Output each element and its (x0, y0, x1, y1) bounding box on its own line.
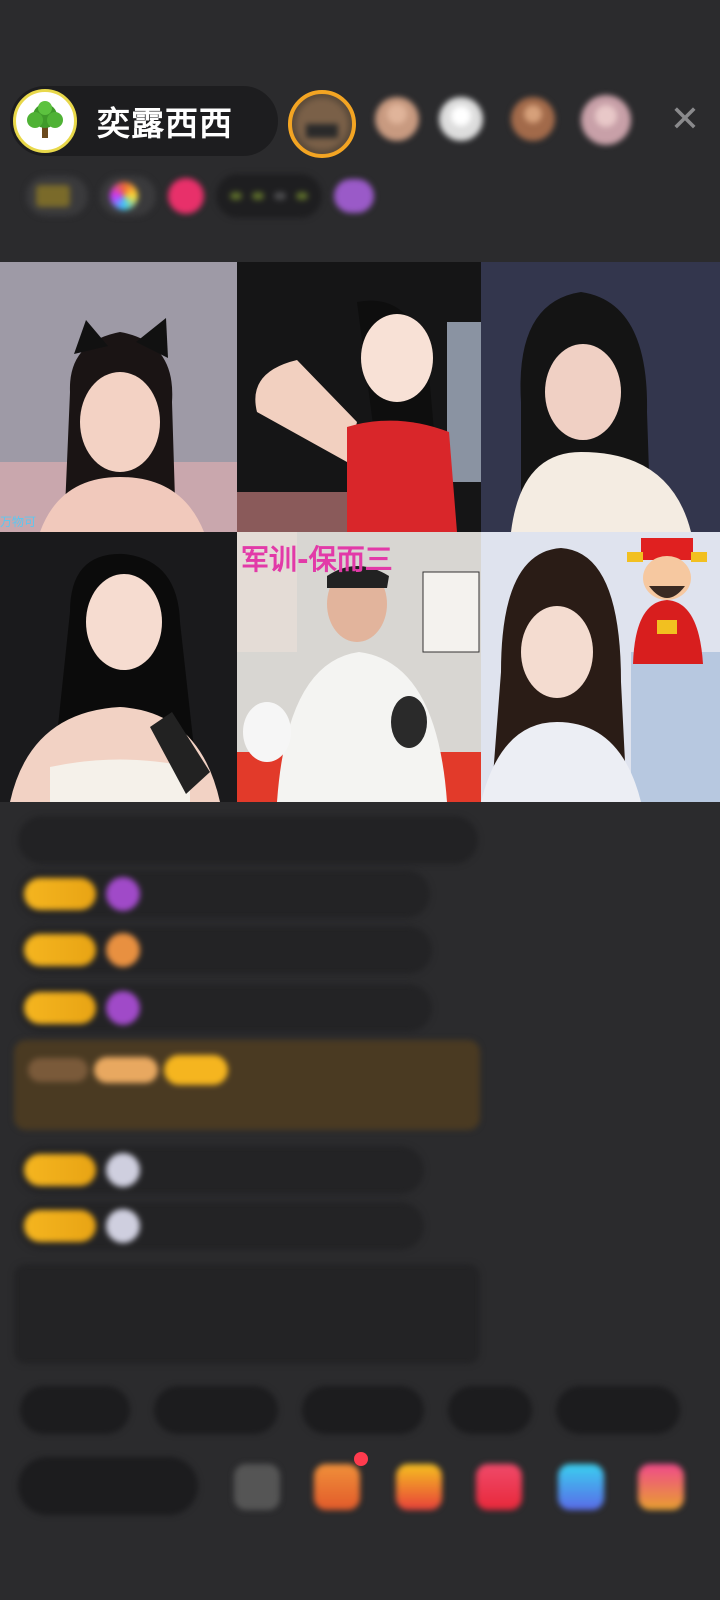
streamer-video (0, 262, 237, 532)
viewer-avatar-3[interactable] (436, 94, 486, 144)
game-icon[interactable] (476, 1464, 522, 1510)
viewer-avatar-1[interactable] (288, 90, 356, 158)
tile-mini-label: 万物可 (0, 515, 37, 529)
host-name: 奕露西西 (97, 105, 233, 142)
gift-box-icon[interactable] (314, 1464, 360, 1510)
diamond-icon (106, 991, 140, 1025)
streamer-video (0, 532, 237, 802)
viewer-avatar-icon (439, 97, 483, 141)
viewer-avatar-icon (511, 97, 555, 141)
ring-icon (106, 1209, 140, 1243)
close-icon[interactable]: ✕ (668, 101, 702, 137)
streamer-video (481, 262, 720, 532)
chat-message[interactable] (18, 1146, 424, 1194)
streamer-video (237, 262, 481, 532)
level-badge (24, 992, 96, 1024)
level-badge (164, 1055, 229, 1086)
quick-reply-button[interactable] (302, 1386, 424, 1434)
viewer-avatar-icon (581, 95, 631, 145)
chat-highlight-message[interactable] (14, 1040, 480, 1130)
video-tile-6[interactable] (481, 532, 720, 802)
more-icon[interactable] (234, 1464, 280, 1510)
diamond-icon (106, 877, 140, 911)
red-packet-icon[interactable] (396, 1464, 442, 1510)
comment-input[interactable] (18, 1457, 198, 1515)
tree-logo-icon (27, 101, 63, 138)
viewer-avatar-icon (296, 98, 348, 150)
pk-icon[interactable] (334, 179, 374, 213)
chat-message[interactable] (18, 870, 430, 918)
video-tile-3[interactable] (481, 262, 720, 532)
popularity-icon (110, 182, 138, 210)
chat-welcome (18, 816, 478, 864)
viewer-avatar-5[interactable] (578, 92, 634, 148)
god-of-wealth-sticker-icon (627, 538, 707, 664)
host-info-pill[interactable]: 奕露西西 (10, 86, 278, 156)
video-tile-1[interactable]: 万物可 (0, 262, 237, 532)
level-badge (24, 1154, 96, 1186)
quick-reply-button[interactable] (154, 1386, 278, 1434)
system-notice (14, 1264, 480, 1364)
viewer-avatar-4[interactable] (508, 94, 558, 144)
task-segment (274, 192, 286, 200)
viewer-avatar-2[interactable] (372, 94, 422, 144)
ring-icon (106, 1153, 140, 1187)
task-progress-chip[interactable] (216, 174, 322, 218)
heart-badge-icon[interactable] (168, 178, 204, 214)
notification-dot (354, 1452, 368, 1466)
host-avatar[interactable] (13, 89, 77, 153)
video-tile-4[interactable] (0, 532, 237, 802)
chat-message[interactable] (18, 1202, 424, 1250)
quick-reply-button[interactable] (20, 1386, 130, 1434)
tag-icon (28, 1058, 88, 1083)
popularity-chip[interactable] (100, 176, 156, 216)
task-segment (296, 192, 308, 200)
live-info-bar (26, 172, 694, 220)
chat-message[interactable] (18, 926, 432, 974)
task-segment (230, 192, 242, 200)
task-segment (252, 192, 264, 200)
video-tile-5[interactable]: 军训-保而三 (237, 532, 481, 802)
wishlist-icon[interactable] (558, 1464, 604, 1510)
chat-message[interactable] (18, 984, 432, 1032)
quick-reply-row (20, 1386, 720, 1434)
fan-club-icon[interactable] (638, 1464, 684, 1510)
viewer-avatar-icon (375, 97, 419, 141)
rank-icon (36, 185, 70, 207)
flame-icon (106, 933, 140, 967)
level-badge (24, 934, 96, 966)
quick-reply-button[interactable] (448, 1386, 532, 1434)
quick-reply-button[interactable] (556, 1386, 680, 1434)
level-badge (24, 878, 96, 910)
video-grid: 万物可 军训-保而三 (0, 262, 720, 802)
bottom-toolbar (18, 1452, 718, 1516)
level-badge (24, 1210, 96, 1242)
vip-badge-icon (94, 1057, 159, 1084)
rank-chip[interactable] (26, 176, 88, 216)
video-tile-2[interactable] (237, 262, 481, 532)
tile-overlay-label: 军训-保而三 (241, 543, 393, 576)
